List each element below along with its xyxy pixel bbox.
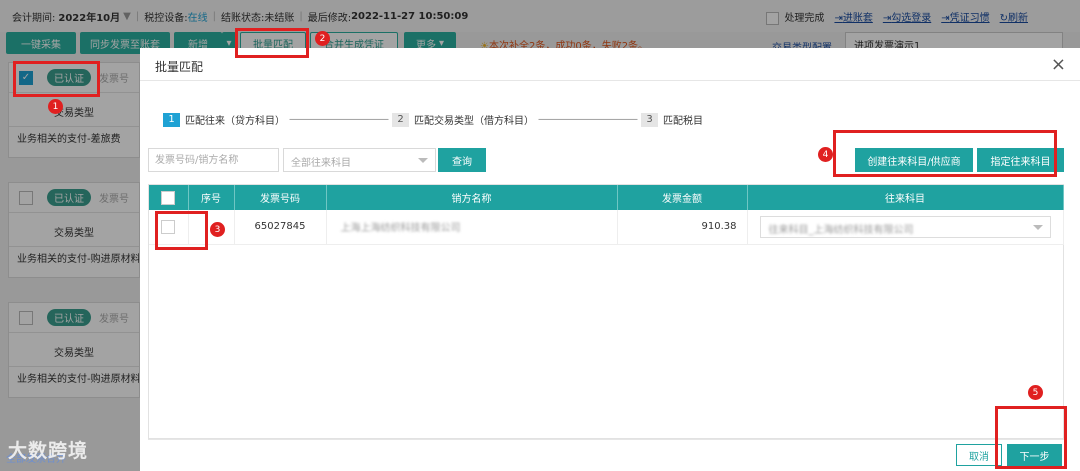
annotation-box xyxy=(833,130,1057,177)
invoice-number: 65027845 xyxy=(234,210,327,245)
select-all-header xyxy=(149,185,189,210)
step-label: 匹配往来（贷方科目） xyxy=(185,116,285,127)
step-number: 3 xyxy=(641,112,658,127)
invoice-amount: 910.38 xyxy=(617,210,748,245)
table-header-row: 序号 发票号码 销方名称 发票金额 往来科目 xyxy=(149,185,1064,210)
column-header: 序号 xyxy=(188,185,235,210)
annotation-number: 5 xyxy=(1028,385,1043,400)
step-label: 匹配税目 xyxy=(663,116,703,127)
column-header: 销方名称 xyxy=(326,185,618,210)
close-icon[interactable]: × xyxy=(1051,54,1066,75)
chevron-down-icon xyxy=(418,158,428,163)
annotation-box xyxy=(995,406,1067,469)
step-connector: ——————————— xyxy=(289,114,389,125)
annotation-box xyxy=(13,61,100,97)
annotation-box xyxy=(155,211,208,250)
seller-name-text: 上海上海纺织科技有限公司 xyxy=(340,223,461,235)
column-header: 发票金额 xyxy=(617,185,748,210)
step-indicator: 1 匹配往来（贷方科目） ——————————— 2 匹配交易类型（借方科目） … xyxy=(163,112,703,127)
annotation-box xyxy=(235,28,309,58)
table-row: 1 65027845 上海上海纺织科技有限公司 910.38 往来科目_上海纺织… xyxy=(149,210,1064,245)
invoice-table: 序号 发票号码 销方名称 发票金额 往来科目 1 65027845 上海上海纺织… xyxy=(148,184,1064,439)
subject-select[interactable]: 往来科目_上海纺织科技有限公司 xyxy=(759,215,1051,238)
subject-select-value: 往来科目_上海纺织科技有限公司 xyxy=(768,224,914,236)
step-number: 2 xyxy=(392,112,409,127)
column-header: 发票号码 xyxy=(234,185,327,210)
seller-name: 上海上海纺织科技有限公司 xyxy=(326,210,618,245)
column-header: 往来科目 xyxy=(747,185,1064,210)
annotation-number: 4 xyxy=(818,147,833,162)
annotation-number: 3 xyxy=(210,222,225,237)
annotation-number: 1 xyxy=(48,99,63,114)
search-input[interactable] xyxy=(148,148,279,172)
step-label: 匹配交易类型（借方科目） xyxy=(414,116,534,127)
step-connector: ——————————— xyxy=(538,114,638,125)
divider xyxy=(148,439,1064,440)
subject-filter-value: 全部往来科目 xyxy=(291,158,351,169)
dialog-title: 批量匹配 xyxy=(155,60,204,74)
annotation-number: 2 xyxy=(315,31,330,46)
chevron-down-icon xyxy=(1032,224,1043,230)
watermark-text: 大数跨境 xyxy=(8,440,89,462)
subject-cell: 往来科目_上海纺织科技有限公司 xyxy=(747,210,1064,245)
batch-match-dialog: 批量匹配 × 1 匹配往来（贷方科目） ——————————— 2 匹配交易类型… xyxy=(140,48,1080,471)
select-all-checkbox[interactable] xyxy=(161,190,176,205)
query-button[interactable]: 查询 xyxy=(438,148,486,172)
divider xyxy=(140,80,1080,81)
subject-filter-select[interactable]: 全部往来科目 xyxy=(283,148,436,172)
step-number: 1 xyxy=(163,112,180,127)
